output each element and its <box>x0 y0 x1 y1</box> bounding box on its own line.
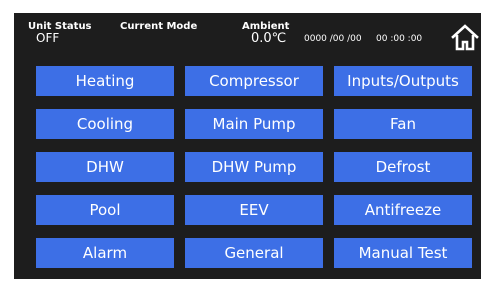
home-icon <box>451 24 479 51</box>
current-mode-label: Current Mode <box>120 21 198 32</box>
heating-button[interactable]: Heating <box>36 66 174 96</box>
home-button[interactable] <box>450 22 480 52</box>
main-pump-button[interactable]: Main Pump <box>185 109 323 139</box>
inputs-outputs-button[interactable]: Inputs/Outputs <box>334 66 472 96</box>
pool-button[interactable]: Pool <box>36 195 174 225</box>
controller-panel: Unit Status OFF Current Mode Ambient 0.0… <box>14 13 481 279</box>
cooling-button[interactable]: Cooling <box>36 109 174 139</box>
ambient-value: 0.0℃ <box>251 31 287 46</box>
status-bar: Unit Status OFF Current Mode Ambient 0.0… <box>14 13 481 59</box>
manual-test-button[interactable]: Manual Test <box>334 238 472 268</box>
dhw-button[interactable]: DHW <box>36 152 174 182</box>
time-readout: 00 :00 :00 <box>376 34 423 44</box>
eev-button[interactable]: EEV <box>185 195 323 225</box>
alarm-button[interactable]: Alarm <box>36 238 174 268</box>
dhw-pump-button[interactable]: DHW Pump <box>185 152 323 182</box>
fan-button[interactable]: Fan <box>334 109 472 139</box>
antifreeze-button[interactable]: Antifreeze <box>334 195 472 225</box>
general-button[interactable]: General <box>185 238 323 268</box>
compressor-button[interactable]: Compressor <box>185 66 323 96</box>
date-readout: 0000 /00 /00 <box>304 34 362 44</box>
unit-status-value: OFF <box>36 31 60 45</box>
defrost-button[interactable]: Defrost <box>334 152 472 182</box>
